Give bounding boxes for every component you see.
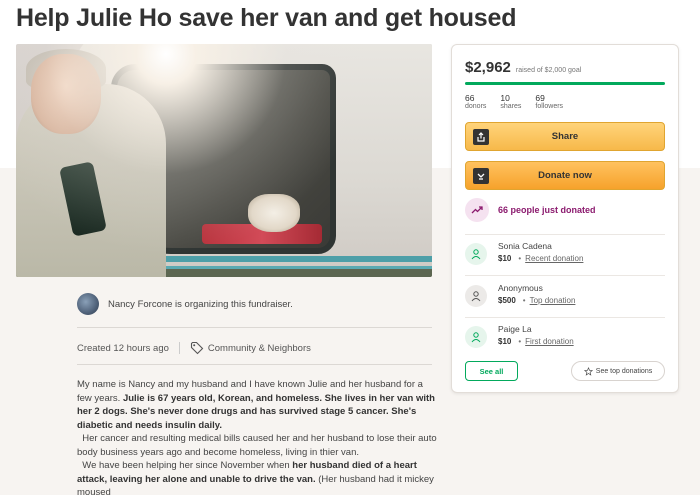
trending-icon: [465, 198, 489, 222]
goal-text: raised of $2,000 goal: [515, 67, 582, 74]
created-time: Created 12 hours ago: [77, 342, 169, 354]
meta-separator: [178, 342, 180, 354]
amount-raised: $2,962 raised of $2,000 goal: [465, 59, 581, 76]
recent-donations-notice: 66 people just donated: [465, 198, 596, 222]
stats-row: 66 donors 10 shares 69 followers: [465, 93, 577, 110]
stat-shares[interactable]: 10 shares: [500, 93, 521, 110]
share-button[interactable]: Share: [465, 122, 665, 151]
story-text: My name is Nancy and my husband and I ha…: [77, 379, 437, 495]
donor-item: Sonia Cadena $10 • Recent donation: [465, 241, 665, 265]
donor-divider: [465, 234, 665, 235]
see-all-button[interactable]: See all: [465, 361, 518, 381]
donor-icon: [465, 285, 487, 307]
share-icon: [473, 129, 489, 145]
star-icon: [583, 366, 593, 376]
stat-donors[interactable]: 66 donors: [465, 93, 486, 110]
amount-value: $2,962: [465, 59, 511, 76]
page-title: Help Julie Ho save her van and get house…: [16, 4, 517, 32]
stat-followers[interactable]: 69 followers: [535, 93, 563, 110]
organizer-avatar: [77, 293, 99, 315]
organizer-row: Nancy Forcone is organizing this fundrai…: [77, 292, 293, 316]
donate-icon: [473, 168, 489, 184]
donor-divider: [465, 317, 665, 318]
organizer-text: Nancy Forcone is organizing this fundrai…: [108, 298, 293, 310]
progress-bar: [465, 82, 665, 85]
donation-card: $2,962 raised of $2,000 goal 66 donors 1…: [451, 44, 679, 393]
donate-button[interactable]: Donate now: [465, 161, 665, 190]
donation-type-link[interactable]: Recent donation: [525, 254, 583, 263]
donor-item: Anonymous $500 • Top donation: [465, 283, 665, 307]
donation-type-link[interactable]: First donation: [525, 337, 573, 346]
campaign-photo: [16, 44, 432, 277]
tag-icon: [190, 341, 204, 355]
divider: [77, 364, 432, 365]
donor-divider: [465, 275, 665, 276]
divider: [77, 327, 432, 328]
progress-fill: [465, 82, 665, 85]
donor-item: Paige La $10 • First donation: [465, 324, 665, 348]
see-top-donations-button[interactable]: See top donations: [571, 361, 665, 381]
donor-icon: [465, 326, 487, 348]
campaign-meta: Created 12 hours ago Community & Neighbo…: [77, 341, 311, 355]
donation-type-link[interactable]: Top donation: [530, 296, 576, 305]
donor-icon: [465, 243, 487, 265]
category-link[interactable]: Community & Neighbors: [208, 343, 311, 354]
